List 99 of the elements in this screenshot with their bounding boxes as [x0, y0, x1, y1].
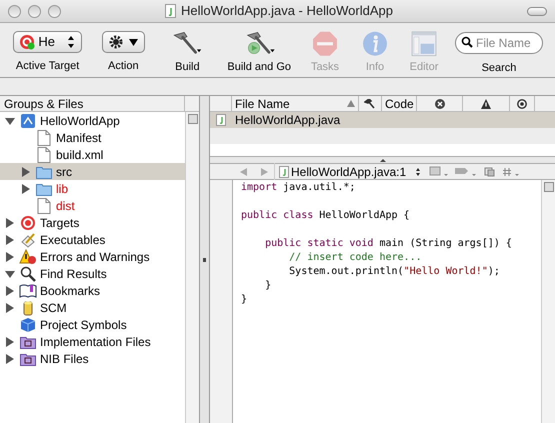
column-header[interactable]: File Name [232, 96, 359, 111]
disclosure-closed-icon[interactable] [5, 234, 15, 244]
tree-row[interactable]: dist [0, 197, 185, 214]
stepper-icon[interactable] [414, 166, 422, 176]
java-file-icon [279, 166, 289, 178]
tree-row[interactable]: Executables [0, 231, 185, 248]
tree-label: Targets [40, 214, 80, 232]
tree-label: Implementation Files [40, 334, 151, 350]
target-icon [517, 98, 527, 108]
action-popup[interactable] [102, 31, 145, 53]
tree-row[interactable]: NIB Files [0, 350, 185, 367]
disclosure-open-icon[interactable] [5, 116, 15, 126]
document-icon [37, 130, 51, 146]
code-editor[interactable]: import java.util.*; public class HelloWorldApp { public static void main (String args[]) { // insert code here... System.out.println("Hello World!"); } } [233, 180, 541, 423]
split-button-icon[interactable] [544, 182, 554, 192]
split-button-icon[interactable] [188, 114, 198, 124]
search-field[interactable]: File Name [455, 32, 543, 54]
code-line: // insert code here... [288, 252, 422, 263]
tree-label: Manifest [56, 130, 102, 146]
toolbar-label: Build [175, 60, 200, 74]
disclosure-closed-icon[interactable] [5, 252, 15, 262]
disclosure-closed-icon[interactable] [5, 336, 15, 346]
toolbar-label: Editor [410, 60, 438, 74]
toolbar-button[interactable]: Build and Go [225, 31, 293, 75]
warning-icon [19, 248, 37, 264]
java-file-icon [216, 114, 226, 126]
tree-label: src [56, 164, 72, 180]
window-pill-button[interactable] [527, 6, 547, 16]
smart-folder-icon [20, 352, 36, 366]
disclosure-closed-icon[interactable] [21, 184, 31, 194]
tree-row[interactable]: src [0, 163, 185, 180]
tree-label: Bookmarks [40, 282, 100, 300]
target-popup[interactable]: He [13, 31, 82, 53]
cube-icon [20, 316, 36, 332]
tree-row[interactable]: Implementation Files [0, 333, 185, 350]
toolbar-label: Tasks [310, 60, 340, 74]
tree-label: SCM [40, 300, 67, 316]
code-line: } [241, 294, 248, 305]
code-line: System.out.println("Hello World!"); [288, 266, 500, 277]
cylinder-icon [23, 300, 33, 316]
tree-row[interactable]: Bookmarks [0, 282, 185, 299]
code-line: import java.util.*; [241, 182, 356, 193]
disclosure-closed-icon[interactable] [21, 166, 31, 176]
disclosure-open-icon[interactable] [5, 268, 15, 278]
stepper-icon [66, 35, 76, 49]
tree-row[interactable]: lib [0, 180, 185, 197]
folder-icon [36, 164, 52, 178]
document-icon [37, 146, 51, 162]
tree-label: build.xml [56, 146, 104, 164]
project-icon [20, 112, 36, 128]
smart-folder-icon [20, 334, 36, 348]
tree-label: lib [56, 180, 68, 198]
pencil-paper-icon [20, 232, 36, 248]
tree-label: NIB Files [40, 350, 89, 368]
toolbar-button[interactable]: Build [163, 31, 212, 75]
error-icon [434, 98, 444, 108]
table-row[interactable]: HelloWorldApp.java [210, 112, 555, 128]
toolbar-label: Active Target [16, 59, 80, 74]
document-icon [37, 198, 51, 214]
tree-row[interactable]: HelloWorldApp [0, 112, 185, 129]
toolbar-label: Info [366, 60, 384, 74]
tree-label: Find Results [40, 266, 107, 282]
tree-row[interactable]: Errors and Warnings [0, 248, 185, 265]
column-header[interactable]: Code [382, 96, 417, 111]
disclosure-closed-icon[interactable] [5, 354, 15, 364]
toolbar-label: Action [108, 59, 139, 74]
tree-label: HelloWorldApp [40, 112, 120, 130]
tree-row[interactable]: Find Results [0, 265, 185, 282]
tree-row[interactable]: SCM [0, 299, 185, 316]
disclosure-closed-icon[interactable] [5, 302, 15, 312]
tree-label: Executables [40, 232, 106, 248]
window-title: HelloWorldApp.java - HelloWorldApp [181, 2, 393, 20]
tree-row[interactable]: Project Symbols [0, 316, 185, 333]
gear-icon [108, 35, 123, 49]
target-icon [19, 34, 36, 50]
magnifier-icon [20, 266, 36, 282]
java-file-icon [165, 4, 176, 18]
target-icon [20, 214, 36, 230]
disclosure-closed-icon[interactable] [5, 286, 15, 296]
code-line: public static void main (String args[]) { [264, 238, 512, 249]
code-line: } [264, 280, 272, 291]
tree-label: Project Symbols [40, 316, 127, 334]
editor-window-icon [409, 31, 439, 56]
disclosure-closed-icon[interactable] [5, 218, 15, 228]
search-icon [461, 36, 473, 48]
tree-label: Errors and Warnings [40, 248, 150, 266]
warning-icon [481, 98, 491, 108]
hammer-icon [364, 98, 376, 108]
caret-icon [128, 38, 138, 46]
split-arrow-icon [380, 158, 386, 162]
book-icon [19, 284, 37, 298]
tree-row[interactable]: Manifest [0, 129, 185, 146]
tree-row[interactable]: Targets [0, 214, 185, 231]
code-line: public class HelloWorldApp { [241, 210, 410, 221]
tree-row[interactable]: build.xml [0, 146, 185, 163]
toolbar-label: Build and Go [227, 60, 291, 74]
toolbar-label: Search [482, 61, 516, 76]
file-name-cell-text: HelloWorldApp.java [234, 112, 340, 129]
tree-label: dist [56, 198, 75, 214]
